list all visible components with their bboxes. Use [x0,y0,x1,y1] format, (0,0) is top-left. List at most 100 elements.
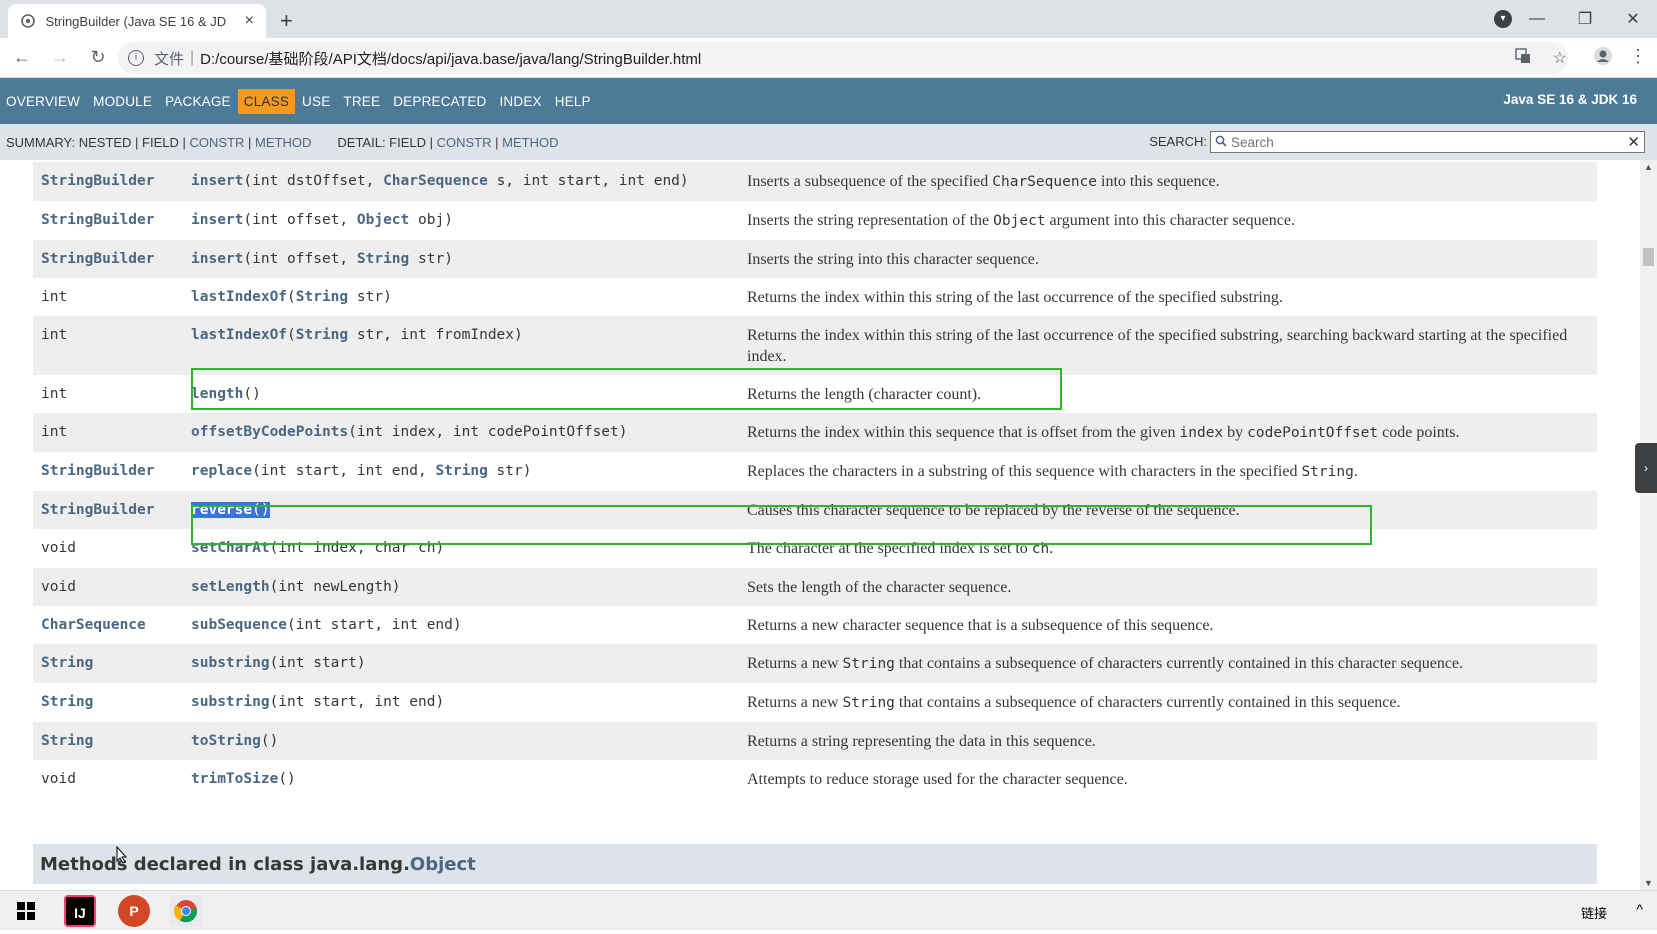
detail-method-link[interactable]: METHOD [502,135,558,150]
method-name-link[interactable]: lastIndexOf [191,289,287,305]
param-type-link[interactable]: Object [357,212,409,228]
method-name-link[interactable]: reverse [191,502,253,518]
close-tab-icon[interactable]: × [245,12,254,30]
vertical-scrollbar[interactable]: ▲ ▼ [1640,160,1657,890]
method-row-replace: StringBuilder replace(int start, int end,… [33,452,1597,491]
method-description: Returns the index within this string of … [747,289,1283,306]
restore-icon[interactable]: ❐ [1561,9,1609,29]
method-row-setcharat: void setCharAt(int index, char ch) The cha… [33,529,1597,568]
method-name-link[interactable]: offsetByCodePoints [191,424,348,440]
param-type-link[interactable]: CharSequence [383,173,488,189]
method-description: Returns a new String that contains a sub… [747,694,1401,711]
method-name-link[interactable]: insert [191,251,243,267]
reload-icon[interactable]: ↻ [82,47,114,68]
nav-item-help[interactable]: HELP [549,89,597,114]
return-type: int [41,327,68,343]
method-description: Replaces the characters in a substring o… [747,463,1358,480]
tab-search-icon[interactable]: ▾ [1494,10,1512,28]
nav-item-package[interactable]: PACKAGE [159,89,237,114]
toolbar-right: ⋮ [1593,46,1647,71]
nav-item-module[interactable]: MODULE [87,89,158,114]
taskbar-links-label[interactable]: 链接 [1581,903,1607,922]
method-summary-table: StringBuilder insert(int dstOffset, CharS… [33,162,1597,798]
nav-item-index[interactable]: INDEX [493,89,547,114]
method-signature: length() [191,384,747,405]
intellij-icon[interactable]: IJ [64,895,96,927]
browser-toolbar: ← → ↻ i 文件 | D:/course/基础阶段/API文档/docs/a… [0,38,1657,78]
return-type: void [41,771,76,787]
nav-item-use[interactable]: USE [296,89,336,114]
address-url[interactable]: D:/course/基础阶段/API文档/docs/api/java.base/… [200,48,701,69]
bookmark-star-icon[interactable]: ☆ [1553,48,1567,69]
nav-item-tree[interactable]: TREE [337,89,386,114]
back-icon[interactable]: ← [6,47,38,68]
clear-search-icon[interactable]: ✕ [1627,133,1640,151]
method-params: () [252,502,270,518]
method-description: Returns a new String that contains a sub… [747,655,1464,672]
return-type[interactable]: StringBuilder [33,461,191,482]
detail-separator: | [495,134,499,150]
method-name-link[interactable]: insert [191,173,243,189]
profile-avatar-icon[interactable] [1593,46,1613,71]
method-params: (int start, int end) [287,617,462,633]
nav-item-class[interactable]: CLASS [237,88,296,114]
close-window-icon[interactable]: ✕ [1609,9,1657,29]
scroll-up-icon[interactable]: ▲ [1644,162,1653,172]
javadoc-top-nav: OVERVIEW MODULE PACKAGE CLASS USE TREE DEPRECA… [0,78,1657,124]
menu-kebab-icon[interactable]: ⋮ [1629,46,1647,71]
browser-tab[interactable]: StringBuilder (Java SE 16 & JD × [8,4,266,38]
browser-tab-strip: StringBuilder (Java SE 16 & JD × + ▾ — ❐… [0,0,1657,38]
param-type-link[interactable]: String [435,463,487,479]
method-name-link[interactable]: length [191,386,243,402]
return-type[interactable]: CharSequence [33,615,191,636]
windows-start-icon[interactable] [10,895,42,927]
nav-item-overview[interactable]: OVERVIEW [0,89,86,114]
method-row-trimtosize: void trimToSize() Attempts to reduce stora… [33,760,1597,798]
param-type-link[interactable]: String [296,289,348,305]
method-signature: toString() [191,731,747,752]
method-name-link[interactable]: substring [191,694,270,710]
return-type[interactable]: StringBuilder [33,210,191,231]
chrome-icon[interactable] [170,895,202,927]
summary-method-link[interactable]: METHOD [255,135,311,150]
method-signature: offsetByCodePoints(int index, int codePo… [191,422,747,443]
translate-icon[interactable] [1514,48,1531,69]
return-type[interactable]: StringBuilder [33,249,191,270]
taskbar-chevron-up-icon[interactable]: ^ [1636,901,1643,917]
method-params: (int newLength) [269,579,401,595]
param-type-link[interactable]: String [357,251,409,267]
summary-constr-link[interactable]: CONSTR [190,135,245,150]
address-bar[interactable]: i 文件 | D:/course/基础阶段/API文档/docs/api/jav… [118,42,1568,74]
return-type[interactable]: String [33,692,191,713]
minimize-icon[interactable]: — [1513,10,1561,28]
method-name-link[interactable]: lastIndexOf [191,327,287,343]
address-separator: | [190,49,195,66]
new-tab-button[interactable]: + [280,8,293,34]
return-type[interactable]: StringBuilder [33,171,191,192]
method-name-link[interactable]: substring [191,655,270,671]
method-signature: setLength(int newLength) [191,577,747,598]
scroll-down-icon[interactable]: ▼ [1644,878,1653,888]
method-name-link[interactable]: replace [191,463,252,479]
method-name-link[interactable]: setCharAt [191,540,270,556]
windows-taskbar: IJ P 链接 ^ [0,890,1657,930]
object-class-link[interactable]: Object [410,854,476,875]
param-type-link[interactable]: String [296,327,348,343]
detail-constr-link[interactable]: CONSTR [437,135,492,150]
info-icon[interactable]: i [128,50,144,66]
return-type[interactable]: String [33,731,191,752]
method-name-link[interactable]: toString [191,733,261,749]
return-type[interactable]: StringBuilder [33,500,191,521]
scrollbar-thumb[interactable] [1643,248,1654,266]
method-row-offsetbycodepoints: int offsetByCodePoints(int index, int cod… [33,413,1597,452]
return-type[interactable]: String [33,653,191,674]
forward-icon[interactable]: → [44,47,76,68]
method-name-link[interactable]: trimToSize [191,771,278,787]
powerpoint-icon[interactable]: P [118,895,150,927]
method-name-link[interactable]: setLength [191,579,270,595]
method-name-link[interactable]: subSequence [191,617,287,633]
search-input[interactable] [1231,134,1628,150]
side-panel-toggle-icon[interactable]: › [1635,443,1657,493]
nav-item-deprecated[interactable]: DEPRECATED [387,89,492,114]
method-name-link[interactable]: insert [191,212,243,228]
